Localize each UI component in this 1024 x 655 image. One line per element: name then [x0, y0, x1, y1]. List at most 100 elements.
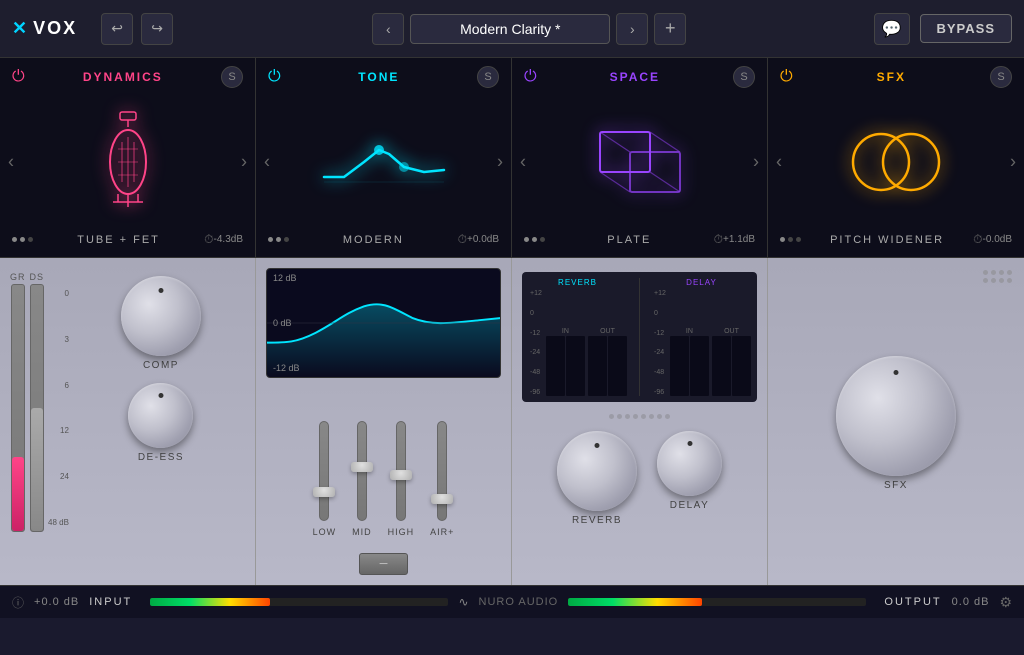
sfx-dot: [999, 278, 1004, 283]
preset-prev-button[interactable]: ‹: [372, 13, 404, 45]
info-icon[interactable]: ⓘ: [12, 594, 24, 611]
tone-prev-arrow[interactable]: ‹: [264, 152, 270, 173]
tone-next-arrow[interactable]: ›: [497, 152, 503, 173]
dot-1: [524, 237, 529, 242]
deess-label: DE-ESS: [138, 452, 184, 463]
space-power-button[interactable]: ⏻: [524, 68, 537, 86]
reverb-knob-dot: [595, 443, 600, 448]
reverb-meter-title: REVERB: [528, 278, 627, 287]
redo-button[interactable]: ↪: [141, 13, 173, 45]
plate-icon: [585, 112, 695, 212]
output-meter-fill: [568, 598, 702, 606]
tone-dots: [268, 237, 289, 242]
sfx-power-button[interactable]: ⏻: [780, 68, 793, 86]
space-prev-arrow[interactable]: ‹: [520, 152, 526, 173]
s-dot: [625, 414, 630, 419]
dot-2: [788, 237, 793, 242]
scale-p12: +12: [530, 290, 542, 297]
space-dots: [524, 237, 545, 242]
space-s-button[interactable]: S: [733, 66, 755, 88]
dynamics-next-arrow[interactable]: ›: [241, 152, 247, 173]
preset-name-display[interactable]: Modern Clarity *: [410, 14, 610, 44]
preset-add-button[interactable]: +: [654, 13, 686, 45]
tone-title: TONE: [358, 70, 399, 84]
bypass-button[interactable]: BYPASS: [920, 14, 1013, 43]
tone-power-button[interactable]: ⏻: [268, 68, 281, 86]
scale-24: 24: [48, 473, 69, 481]
preset-area: ‹ Modern Clarity * › +: [185, 13, 873, 45]
tone-preset-button[interactable]: ─: [359, 553, 409, 575]
space-next-arrow[interactable]: ›: [753, 152, 759, 173]
sfx-knob[interactable]: [836, 356, 956, 476]
modules-row: ⏻ DYNAMICS S ‹ ›: [0, 58, 1024, 258]
delay-db-scale: +12 0 -12 -24 -48 -96: [652, 290, 668, 396]
sfx-dot: [991, 278, 996, 283]
low-slider-thumb[interactable]: [313, 487, 335, 497]
sfx-dot: [983, 270, 988, 275]
dscale-0: 0: [654, 310, 666, 317]
dynamics-power-button[interactable]: ⏻: [12, 68, 25, 86]
mid-slider-track[interactable]: [357, 421, 367, 521]
dynamics-prev-arrow[interactable]: ‹: [8, 152, 14, 173]
eq-curve-icon: [314, 122, 454, 202]
tone-s-button[interactable]: S: [477, 66, 499, 88]
output-meter-bar: [568, 598, 866, 606]
sfx-prev-arrow[interactable]: ‹: [776, 152, 782, 173]
tone-clock-icon[interactable]: ⏱: [458, 232, 467, 247]
dynamics-knobs: COMP DE-ESS: [77, 272, 245, 463]
sfx-s-button[interactable]: S: [990, 66, 1012, 88]
reverb-knob-container: REVERB: [557, 431, 637, 526]
sfx-dot: [983, 278, 988, 283]
sfx-clock-icon[interactable]: ⏱: [973, 232, 982, 247]
comp-label: COMP: [143, 360, 179, 371]
low-slider-track[interactable]: [319, 421, 329, 521]
comp-knob[interactable]: [121, 276, 201, 356]
delay-out-label: OUT: [712, 328, 751, 335]
sfx-title: SFX: [877, 70, 906, 84]
sfx-db-value: -0.0dB: [983, 234, 1012, 245]
dynamics-clock-icon[interactable]: ⏱: [204, 232, 213, 247]
space-clock-icon[interactable]: ⏱: [714, 232, 723, 247]
mid-slider-label: MID: [352, 527, 372, 537]
s-dot: [665, 414, 670, 419]
tube-icon: [98, 107, 158, 217]
settings-icon[interactable]: ⚙: [999, 594, 1012, 611]
air-slider-thumb[interactable]: [431, 494, 453, 504]
high-slider-thumb[interactable]: [390, 470, 412, 480]
sfx-controls: SFX: [768, 258, 1024, 585]
sfx-knob-container: SFX: [836, 356, 956, 491]
air-slider-track[interactable]: [437, 421, 447, 521]
sfx-effect-name: PITCH WIDENER: [801, 234, 973, 246]
sfx-next-arrow[interactable]: ›: [1010, 152, 1016, 173]
undo-button[interactable]: ↩: [101, 13, 133, 45]
dot-2: [532, 237, 537, 242]
scale-m12: -12: [530, 330, 542, 337]
deess-knob[interactable]: [128, 383, 193, 448]
high-slider-track[interactable]: [396, 421, 406, 521]
mid-slider-thumb[interactable]: [351, 462, 373, 472]
tone-effect-name: MODERN: [289, 234, 458, 246]
sfx-dots: [780, 237, 801, 242]
reverb-db-scale: +12 0 -12 -24 -48 -96: [528, 290, 544, 396]
s-dot: [657, 414, 662, 419]
preset-next-button[interactable]: ›: [616, 13, 648, 45]
gr-label: GR: [10, 272, 26, 282]
dynamics-s-button[interactable]: S: [221, 66, 243, 88]
input-label: INPUT: [89, 596, 132, 608]
deess-knob-container: DE-ESS: [128, 383, 193, 463]
scale-12: 12: [48, 427, 69, 435]
high-slider-label: HIGH: [388, 527, 415, 537]
delay-knob[interactable]: [657, 431, 722, 496]
dot-2: [20, 237, 25, 242]
output-db-label: 0.0 dB: [952, 596, 990, 608]
eq-label-bot: -12 dB: [273, 363, 300, 373]
wavy-icon: ∿: [458, 595, 468, 609]
reverb-meter-section: REVERB +12 0 -12 -24 -48 -96 IN: [528, 278, 627, 396]
sfx-module-bottom: PITCH WIDENER ⏱ -0.0dB: [768, 232, 1024, 251]
reverb-knob-label: REVERB: [572, 515, 622, 526]
scale-m96: -96: [530, 389, 542, 396]
reverb-knob[interactable]: [557, 431, 637, 511]
input-db-label: +0.0 dB: [34, 596, 79, 608]
message-button[interactable]: 💬: [874, 13, 910, 45]
eq-label-top: 12 dB: [273, 273, 297, 283]
